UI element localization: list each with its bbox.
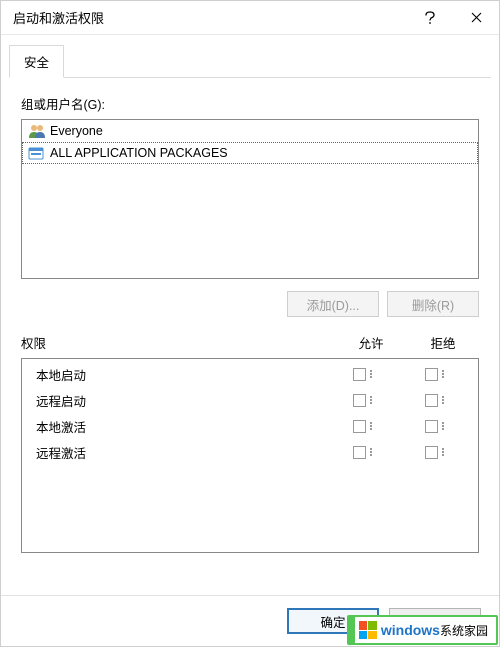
groups-button-row: 添加(D)... 删除(R) xyxy=(21,291,479,317)
permissions-header-deny: 拒绝 xyxy=(407,333,479,352)
permission-name: 本地启动 xyxy=(36,365,326,384)
more-icon xyxy=(442,448,444,456)
permissions-header: 权限 允许 拒绝 xyxy=(21,333,479,352)
list-item[interactable]: ALL APPLICATION PACKAGES xyxy=(22,142,478,164)
groups-listbox[interactable]: Everyone ALL APPLICATION PACKAGES xyxy=(21,119,479,279)
tab-security-label: 安全 xyxy=(24,56,49,70)
table-row: 本地启动 xyxy=(22,361,478,387)
more-icon xyxy=(370,370,372,378)
titlebar: 启动和激活权限 xyxy=(1,1,499,35)
deny-checkbox[interactable] xyxy=(425,394,438,407)
permission-name: 本地激活 xyxy=(36,417,326,436)
list-item-label: Everyone xyxy=(50,124,103,138)
permissions-header-name: 权限 xyxy=(21,333,335,352)
allow-checkbox[interactable] xyxy=(353,446,366,459)
close-icon xyxy=(471,12,482,23)
allow-checkbox[interactable] xyxy=(353,420,366,433)
ok-button-label: 确定 xyxy=(320,612,345,631)
package-icon xyxy=(28,144,46,162)
add-button-label: 添加(D)... xyxy=(307,295,360,314)
more-icon xyxy=(442,396,444,404)
watermark: windows系统家园 xyxy=(347,615,498,645)
add-button[interactable]: 添加(D)... xyxy=(287,291,379,317)
watermark-brand: windows xyxy=(381,622,440,638)
permission-name: 远程启动 xyxy=(36,391,326,410)
deny-checkbox[interactable] xyxy=(425,446,438,459)
help-icon xyxy=(425,11,435,25)
permissions-header-allow: 允许 xyxy=(335,333,407,352)
more-icon xyxy=(442,370,444,378)
more-icon xyxy=(442,422,444,430)
tab-content: 组或用户名(G): Everyone xyxy=(1,78,499,595)
table-row: 本地激活 xyxy=(22,413,478,439)
remove-button-label: 删除(R) xyxy=(412,295,454,314)
deny-checkbox[interactable] xyxy=(425,420,438,433)
more-icon xyxy=(370,422,372,430)
help-button[interactable] xyxy=(407,1,453,35)
dialog-window: 启动和激活权限 安全 组或用户名(G): xyxy=(0,0,500,647)
table-row: 远程激活 xyxy=(22,439,478,465)
windows-logo-icon xyxy=(359,621,377,639)
more-icon xyxy=(370,396,372,404)
allow-checkbox[interactable] xyxy=(353,394,366,407)
list-item[interactable]: Everyone xyxy=(22,120,478,142)
allow-checkbox[interactable] xyxy=(353,368,366,381)
list-item-label: ALL APPLICATION PACKAGES xyxy=(50,146,228,160)
remove-button[interactable]: 删除(R) xyxy=(387,291,479,317)
group-icon xyxy=(28,122,46,140)
permission-name: 远程激活 xyxy=(36,443,326,462)
deny-checkbox[interactable] xyxy=(425,368,438,381)
groups-label: 组或用户名(G): xyxy=(21,94,479,113)
table-row: 远程启动 xyxy=(22,387,478,413)
tab-security[interactable]: 安全 xyxy=(9,45,64,78)
watermark-text: windows系统家园 xyxy=(381,622,488,639)
more-icon xyxy=(370,448,372,456)
tabstrip: 安全 xyxy=(1,35,499,78)
permissions-list: 本地启动 远程启动 本地激活 远程激活 xyxy=(21,358,479,553)
close-button[interactable] xyxy=(453,1,499,35)
window-title: 启动和激活权限 xyxy=(13,8,407,27)
watermark-suffix: 系统家园 xyxy=(440,624,488,638)
